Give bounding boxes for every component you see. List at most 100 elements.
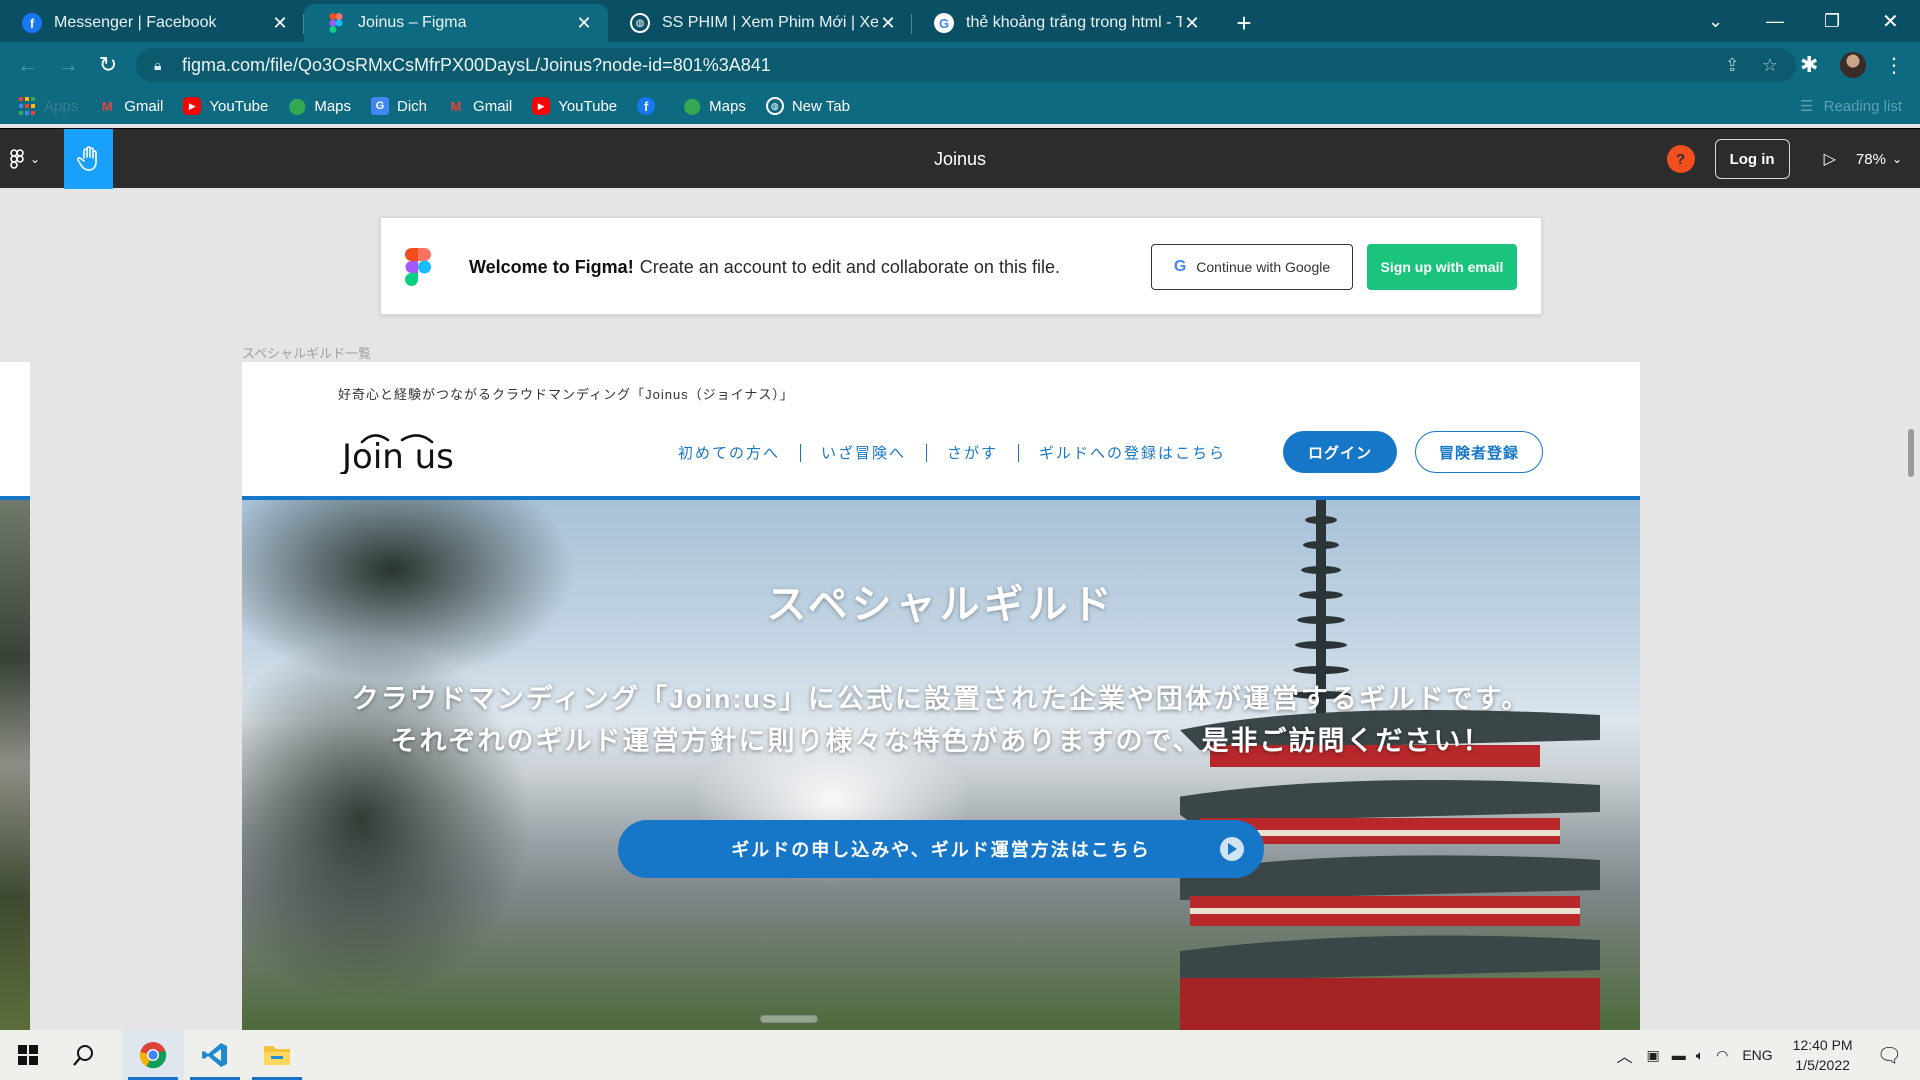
- welcome-banner: Welcome to Figma! Create an account to e…: [380, 217, 1542, 315]
- zoom-value: 78%: [1855, 150, 1886, 168]
- close-icon[interactable]: ✕: [574, 13, 594, 34]
- bookmark-label: Dich: [397, 97, 428, 115]
- joinus-logo[interactable]: Join us: [340, 424, 460, 474]
- url-bar[interactable]: 🔒︎ figma.com/file/Qo3OsRMxCsMfrPX00DaysL…: [136, 48, 1796, 82]
- browser-tab-bar: f Messenger | Facebook ✕ Joinus – Figma …: [0, 0, 1920, 42]
- bookmark-gmail-2[interactable]: M Gmail: [447, 97, 513, 115]
- close-icon[interactable]: ✕: [878, 13, 898, 34]
- frame-label[interactable]: スペシャルギルド一覧: [242, 343, 371, 362]
- tab-title: Messenger | Facebook: [54, 14, 217, 31]
- bookmarks-bar: Apps M Gmail ▶ YouTube ⬤ Maps G Dich M Gmail …: [0, 88, 1920, 124]
- file-title: Joinus: [933, 148, 987, 169]
- bookmark-new-tab[interactable]: ◍ New Tab: [765, 97, 850, 115]
- close-window-button[interactable]: ✕: [1882, 0, 1899, 42]
- taskbar-vscode[interactable]: [184, 1030, 246, 1080]
- zoom-dropdown[interactable]: 78% ⌄: [1856, 151, 1902, 168]
- bookmark-label: YouTube: [558, 97, 618, 115]
- nav-search[interactable]: さがす: [947, 442, 998, 463]
- clock[interactable]: 12:40 PM 1/5/2022: [1793, 1035, 1853, 1075]
- bookmark-label: YouTube: [209, 97, 269, 115]
- design-frame[interactable]: 好奇心と経験がつながるクラウドマンディング「Joinus（ジョイナス）」 Joi…: [242, 362, 1640, 1030]
- welcome-heading: Welcome to Figma!: [469, 256, 634, 277]
- adjacent-frame[interactable]: [0, 362, 30, 1030]
- volume-icon[interactable]: 🔈︎: [1696, 1047, 1704, 1064]
- figma-logo-icon: [10, 149, 24, 169]
- bookmark-apps[interactable]: Apps: [18, 97, 78, 115]
- tab-search-icon[interactable]: ⌄: [1708, 0, 1723, 42]
- menu-icon[interactable]: ⋮: [1884, 42, 1904, 88]
- bookmark-facebook[interactable]: f: [637, 97, 663, 115]
- meet-now-icon[interactable]: ▣: [1646, 1047, 1659, 1064]
- play-arrow-icon: [1220, 837, 1244, 861]
- url-text: figma.com/file/Qo3OsRMxCsMfrPX00DaysL/Jo…: [182, 54, 771, 75]
- system-tray: ︿ ▣ ▬ 🔈︎ ◠ ENG 12:40 PM 1/5/2022 🗨︎: [1616, 1030, 1920, 1080]
- battery-icon[interactable]: ▬: [1672, 1047, 1686, 1063]
- nav-first-time[interactable]: 初めての方へ: [678, 442, 780, 463]
- continue-with-google-button[interactable]: G Continue with Google: [1151, 244, 1353, 290]
- minimize-button[interactable]: —: [1766, 0, 1784, 42]
- translate-icon: G: [371, 97, 390, 115]
- reading-list[interactable]: ☰ Reading list: [1800, 88, 1902, 124]
- search-button[interactable]: [56, 1030, 112, 1080]
- clock-date: 1/5/2022: [1795, 1057, 1850, 1073]
- site-tagline: 好奇心と経験がつながるクラウドマンディング「Joinus（ジョイナス）」: [338, 387, 794, 402]
- forward-button[interactable]: →: [48, 45, 88, 85]
- figma-icon: [326, 13, 346, 33]
- wifi-icon[interactable]: ◠: [1716, 1047, 1728, 1064]
- taskbar-chrome[interactable]: [122, 1030, 184, 1080]
- start-button[interactable]: [0, 1030, 56, 1080]
- guild-application-button[interactable]: ギルドの申し込みや、ギルド運営方法はこちら: [618, 820, 1264, 878]
- nav-guild-register[interactable]: ギルドへの登録はこちら: [1039, 442, 1226, 463]
- avatar[interactable]: [1840, 42, 1866, 88]
- bookmark-youtube-2[interactable]: ▶ YouTube: [532, 97, 617, 115]
- search-icon: [73, 1045, 93, 1066]
- welcome-description: Create an account to edit and collaborat…: [639, 256, 1060, 277]
- taskbar-file-explorer[interactable]: [246, 1030, 308, 1080]
- notification-icon[interactable]: 🗨︎: [1877, 1043, 1902, 1068]
- figma-canvas[interactable]: Welcome to Figma! Create an account to e…: [0, 189, 1920, 1030]
- tab-messenger[interactable]: f Messenger | Facebook ✕: [0, 4, 304, 42]
- vertical-scrollbar[interactable]: [1908, 429, 1914, 477]
- bookmark-maps-2[interactable]: ⬤ Maps: [683, 97, 746, 116]
- star-icon[interactable]: ☆: [1762, 55, 1778, 76]
- close-icon[interactable]: ✕: [270, 13, 290, 34]
- language-indicator[interactable]: ENG: [1742, 1047, 1772, 1063]
- bookmark-youtube[interactable]: ▶ YouTube: [183, 97, 268, 115]
- welcome-message: Welcome to Figma! Create an account to e…: [469, 218, 1060, 316]
- bookmark-dich[interactable]: G Dich: [371, 97, 427, 115]
- back-button[interactable]: ←: [8, 45, 48, 85]
- folder-icon: [264, 1046, 290, 1065]
- tab-ssphim[interactable]: ◍ SS PHIM | Xem Phim Mới | Xem P ✕: [608, 4, 912, 42]
- lock-icon: 🔒︎: [154, 56, 162, 73]
- extensions-icon[interactable]: ✱: [1800, 42, 1818, 88]
- tab-title: thẻ khoảng trắng trong html - Tì: [966, 14, 1182, 31]
- present-play-icon[interactable]: ▷: [1824, 149, 1836, 169]
- horizontal-scroll-indicator[interactable]: [760, 1015, 818, 1023]
- facebook-icon: f: [22, 13, 42, 33]
- site-login-button[interactable]: ログイン: [1283, 431, 1397, 473]
- tab-google-search[interactable]: G thẻ khoảng trắng trong html - Tì ✕: [912, 4, 1216, 42]
- bookmark-gmail[interactable]: M Gmail: [98, 97, 164, 115]
- bookmark-maps[interactable]: ⬤ Maps: [288, 97, 352, 116]
- bookmark-label: Maps: [709, 97, 746, 115]
- restore-button[interactable]: ❐: [1824, 0, 1840, 42]
- reload-button[interactable]: ↻: [88, 45, 128, 85]
- nav-adventure[interactable]: いざ冒険へ: [821, 442, 906, 463]
- tab-figma[interactable]: Joinus – Figma ✕: [304, 4, 608, 42]
- help-button[interactable]: ?: [1666, 145, 1695, 173]
- site-register-button[interactable]: 冒険者登録: [1415, 431, 1543, 473]
- windows-taskbar: ︿ ▣ ▬ 🔈︎ ◠ ENG 12:40 PM 1/5/2022 🗨︎: [0, 1030, 1920, 1080]
- figma-main-menu[interactable]: ⌄: [10, 129, 40, 189]
- bookmark-label: Maps: [314, 97, 352, 115]
- close-icon[interactable]: ✕: [1182, 13, 1202, 34]
- new-tab-button[interactable]: +: [1224, 4, 1264, 42]
- guild-application-label: ギルドの申し込みや、ギルド運営方法はこちら: [731, 840, 1151, 860]
- sign-up-email-button[interactable]: Sign up with email: [1367, 244, 1517, 290]
- tab-title: Joinus – Figma: [358, 14, 467, 31]
- youtube-icon: ▶: [532, 97, 551, 115]
- share-icon[interactable]: ⇪: [1725, 55, 1740, 76]
- figma-login-button[interactable]: Log in: [1714, 139, 1790, 179]
- chevron-up-icon[interactable]: ︿: [1616, 1043, 1632, 1067]
- hand-tool-button[interactable]: [64, 129, 113, 189]
- nav-divider: [1018, 443, 1020, 462]
